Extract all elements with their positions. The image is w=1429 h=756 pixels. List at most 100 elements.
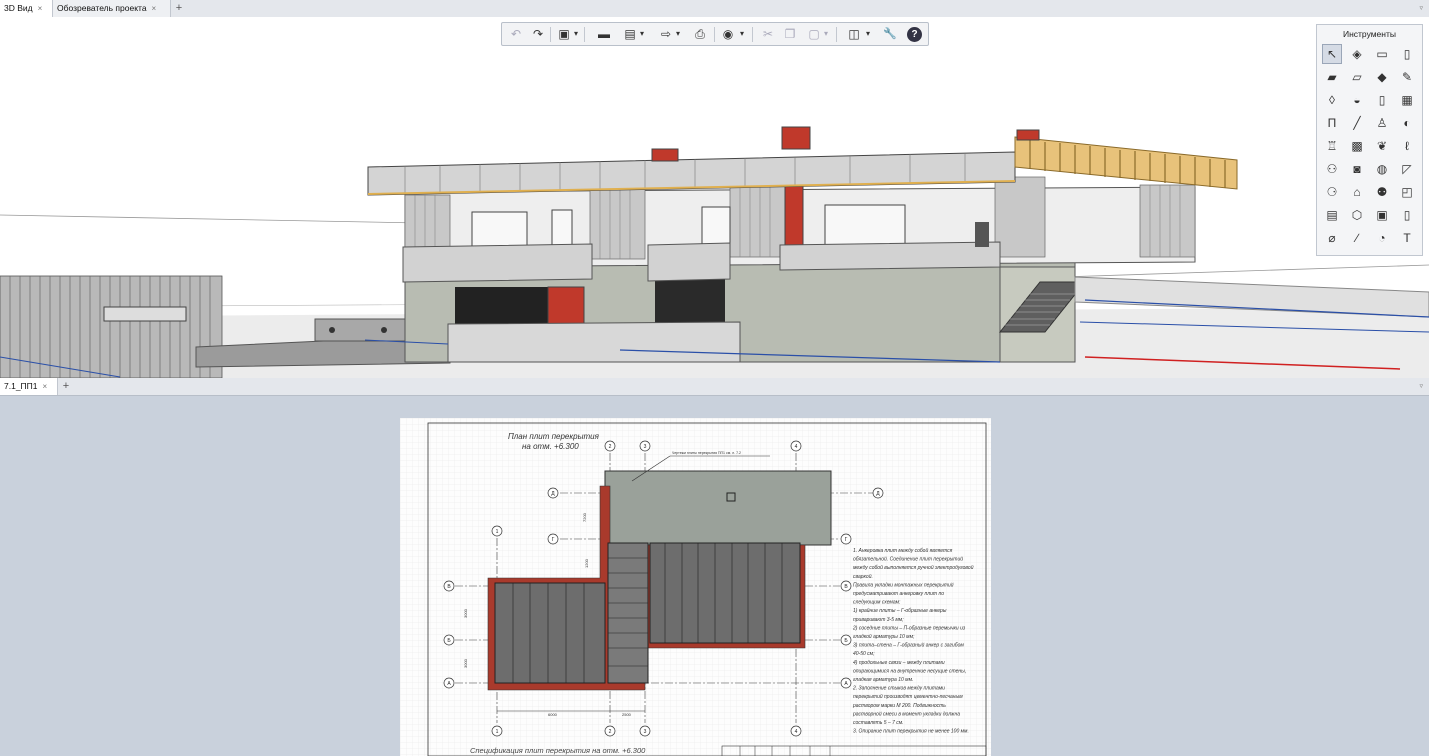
tool-23-icon[interactable]: ◍ [1373, 160, 1391, 178]
chevron-down-icon[interactable]: ▾ [864, 26, 872, 42]
note-line: 2) соседние плиты – П-образные перемычки… [852, 625, 966, 631]
floor-slab-plan-drawing: План плит перекрытия на отм. +6.300 Черт… [400, 418, 991, 756]
window-icon[interactable]: ▦ [1398, 91, 1416, 109]
render-icon[interactable]: ◉ [720, 26, 736, 42]
tool-17-icon[interactable]: ♖ [1323, 137, 1341, 155]
axis-label-1: 1 [496, 729, 499, 735]
tab-menu-chevron-icon[interactable]: ▿ [1419, 378, 1423, 395]
axis-label-g: Г [552, 537, 555, 543]
note-line: 1) крайние плиты – Г-образные анкеры [853, 607, 947, 614]
plan-title-line1: План плит перекрытия [508, 432, 600, 441]
tool-24-icon[interactable]: ◸ [1398, 160, 1416, 178]
tool-2-icon[interactable]: ◈ [1348, 45, 1366, 63]
print-icon[interactable]: ⎙ [692, 26, 708, 42]
cut-icon[interactable]: ✂ [760, 26, 776, 42]
paste-icon[interactable]: ▢ [806, 26, 822, 42]
stair-icon[interactable]: Π [1323, 114, 1341, 132]
dim-label: 7200 [582, 512, 587, 522]
add-tab-button[interactable]: + [172, 0, 186, 17]
3d-building-model [0, 126, 1429, 378]
settings-wrench-icon[interactable]: 🔧 [882, 26, 898, 42]
chevron-down-icon[interactable]: ▾ [822, 26, 830, 42]
tool-27-icon[interactable]: ⚉ [1373, 183, 1391, 201]
copy-icon[interactable]: ❐ [782, 26, 798, 42]
note-line: Правила укладки монтажных перекрытий [853, 581, 954, 588]
roof-icon[interactable]: ◆ [1373, 68, 1391, 86]
views-icon[interactable]: ▣ [556, 26, 572, 42]
toolbar-divider [752, 27, 753, 42]
open-folder-icon[interactable]: ▬ [596, 26, 612, 42]
tab-project-browser[interactable]: Обозреватель проекта × [53, 0, 171, 17]
tool-35-icon[interactable]: ◔ [1373, 229, 1391, 247]
beam-icon[interactable]: ▱ [1348, 68, 1366, 86]
tool-28-icon[interactable]: ◰ [1398, 183, 1416, 201]
axis-label-4: 4 [795, 444, 798, 450]
3d-viewport[interactable]: ↶ ↷ ▣ ▾ ▬ ▤ ▾ ⇨ ▾ ⎙ ◉ ▾ ✂ ❐ ▢ ▾ ◫ ▾ 🔧 ? … [0, 17, 1429, 378]
help-icon[interactable]: ? [907, 27, 922, 42]
chevron-down-icon[interactable]: ▾ [738, 26, 746, 42]
axis-label-2: 2 [609, 444, 612, 450]
tools-panel-title: Инструменты [1342, 29, 1396, 39]
tool-31-icon[interactable]: ▣ [1373, 206, 1391, 224]
dim-label: 3000 [463, 608, 468, 618]
note-line: сваркой. [853, 573, 873, 580]
drawing-sheet[interactable]: План плит перекрытия на отм. +6.300 Черт… [400, 418, 991, 756]
layers-icon[interactable]: ◫ [846, 26, 862, 42]
note-line: 3. Опирание плит перекрытия не менее 100… [853, 729, 969, 735]
add-tab-button[interactable]: + [59, 378, 73, 395]
chevron-down-icon[interactable]: ▾ [674, 26, 682, 42]
note-line: обязательной. Соединение плит перекрытий [853, 556, 963, 563]
tools-panel: Инструменты ↖ ◈ ▭ ▯ ▰ ▱ ◆ ✎ ◊ ◒ ▯ ▦ Π ╱ ♙ ◐ ♖ ▩ ❦ ℓ ⚇ ◙ ◍ ◸ ⚆ ⌂ ⚉ ◰… [1316, 24, 1423, 256]
tool-25-icon[interactable]: ⚆ [1323, 183, 1341, 201]
specification-title: Спецификация плит перекрытия на отм. +6.… [470, 746, 646, 755]
tool-22-icon[interactable]: ◙ [1348, 160, 1366, 178]
axis-label-3: 3 [644, 729, 647, 735]
close-icon[interactable]: × [152, 4, 157, 13]
tool-32-icon[interactable]: ▯ [1398, 206, 1416, 224]
leader-note: Чертежи плиты перекрытия ПП1 см. л. 7.2 [672, 451, 741, 455]
tool-21-icon[interactable]: ⚇ [1323, 160, 1341, 178]
tool-20-icon[interactable]: ℓ [1398, 137, 1416, 155]
tool-29-icon[interactable]: ▤ [1323, 206, 1341, 224]
tab-3d-view-label: 3D Вид [4, 3, 33, 13]
shell-icon[interactable]: ◒ [1348, 91, 1366, 109]
tool-30-icon[interactable]: ⬡ [1348, 206, 1366, 224]
zone-icon[interactable]: ♙ [1373, 114, 1391, 132]
slab-icon[interactable]: ▰ [1323, 68, 1341, 86]
column-icon[interactable]: ▯ [1398, 45, 1416, 63]
tool-18-icon[interactable]: ▩ [1348, 137, 1366, 155]
tool-34-icon[interactable]: ∕ [1348, 229, 1366, 247]
door-icon[interactable]: ▯ [1373, 91, 1391, 109]
close-icon[interactable]: × [38, 4, 43, 13]
note-line: раствором марки М 200. Подвижность [852, 703, 946, 709]
tool-16-icon[interactable]: ◐ [1398, 114, 1416, 132]
drawing-tab-bar: 7.1_ПП1 × + ▿ [0, 378, 1429, 396]
tab-menu-chevron-icon[interactable]: ▿ [1419, 0, 1423, 17]
close-icon[interactable]: × [43, 382, 48, 391]
tool-33-icon[interactable]: ⌀ [1323, 229, 1341, 247]
select-arrow-icon[interactable]: ↖ [1322, 44, 1342, 64]
axis-label-4: 4 [795, 729, 798, 735]
redo-icon[interactable]: ↷ [530, 26, 546, 42]
chevron-down-icon[interactable]: ▾ [638, 26, 646, 42]
pencil-icon[interactable]: ✎ [1398, 68, 1416, 86]
axis-label-3: 3 [644, 444, 647, 450]
axis-label-2: 2 [609, 729, 612, 735]
tab-3d-view[interactable]: 3D Вид × [0, 0, 53, 17]
toolbar-divider [550, 27, 551, 42]
text-icon[interactable]: T [1398, 229, 1416, 247]
tool-26-icon[interactable]: ⌂ [1348, 183, 1366, 201]
note-line: 3) плита–стена – Г-образный анкер с заги… [853, 642, 964, 649]
line-icon[interactable]: ╱ [1348, 114, 1366, 132]
tool-19-icon[interactable]: ❦ [1373, 137, 1391, 155]
export-icon[interactable]: ⇨ [658, 26, 674, 42]
note-line: между собой выполняется ручной электроду… [853, 564, 974, 571]
note-line: 1. Анкеровка плит между собой является [853, 547, 953, 554]
chevron-down-icon[interactable]: ▾ [572, 26, 580, 42]
wall-icon[interactable]: ▭ [1373, 45, 1391, 63]
save-icon[interactable]: ▤ [622, 26, 638, 42]
undo-icon[interactable]: ↶ [508, 26, 524, 42]
dim-label: 3000 [463, 658, 468, 668]
tool-9-icon[interactable]: ◊ [1323, 91, 1341, 109]
tab-sheet-7-1-pp1[interactable]: 7.1_ПП1 × [0, 378, 58, 395]
